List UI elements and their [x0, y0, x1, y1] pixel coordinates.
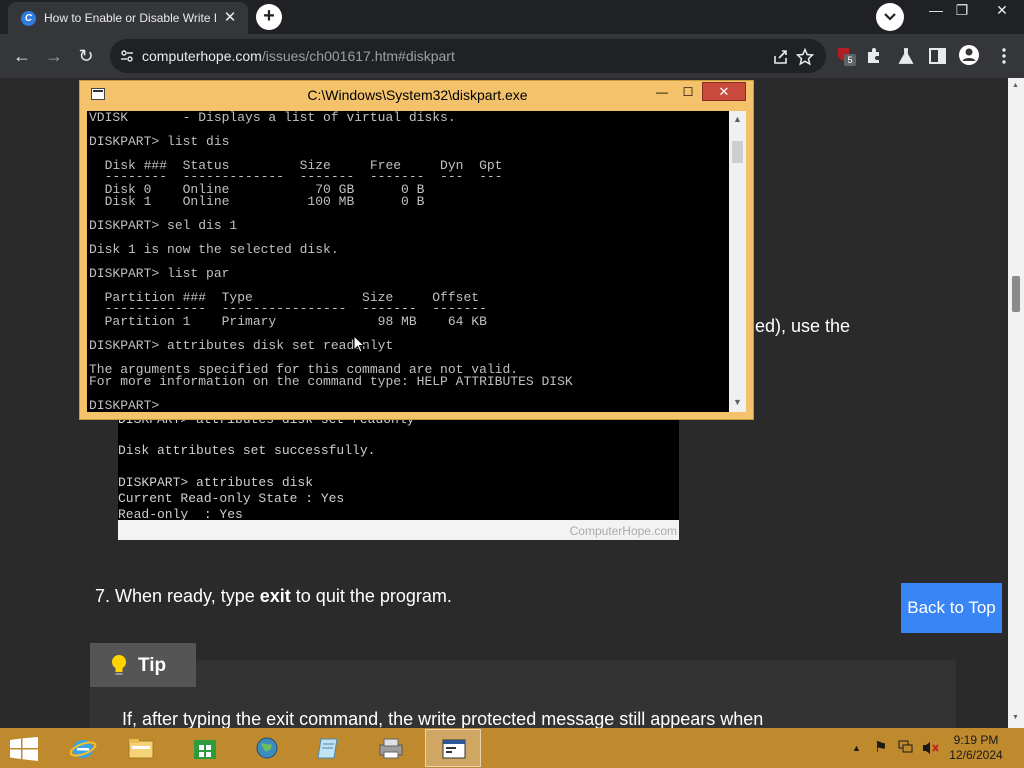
flask-icon[interactable] — [896, 46, 916, 66]
console-line: DISKPART> — [89, 398, 168, 412]
show-hidden-icons-button[interactable]: ▲ — [852, 743, 861, 753]
computerhope-favicon-icon: C — [21, 11, 36, 26]
browser-tab[interactable]: C How to Enable or Disable Write Protect… — [8, 2, 248, 34]
console-maximize-button[interactable]: ☐ — [676, 84, 700, 101]
console-line: DISKPART> list par — [89, 266, 230, 281]
console-output[interactable]: VDISK - Displays a list of virtual disks… — [87, 111, 746, 412]
screenshot-line: Current Read-only State : Yes — [118, 491, 345, 506]
back-button[interactable]: ← — [8, 42, 36, 70]
step-7-command: exit — [259, 586, 291, 606]
step-7-after: to quit the program. — [290, 586, 452, 606]
taskbar-internet-explorer[interactable] — [55, 729, 111, 767]
url-path: /issues/ch001617.htm#diskpart — [261, 48, 455, 64]
screenshot-line: Disk attributes set successfully. — [118, 443, 376, 458]
site-info-icon[interactable] — [120, 49, 134, 63]
internet-explorer-icon — [69, 740, 97, 758]
diskpart-console-window[interactable]: C:\Windows\System32\diskpart.exe — ☐ ✕ V… — [79, 80, 754, 420]
scroll-up-arrow-icon[interactable]: ▲ — [1012, 82, 1019, 89]
new-tab-button[interactable]: + — [256, 4, 282, 30]
ublock-extension-icon[interactable]: 5 — [836, 46, 856, 66]
reload-button[interactable]: ↻ — [72, 42, 100, 70]
console-close-button[interactable]: ✕ — [702, 82, 746, 101]
console-line: DISKPART> attributes disk set readonlyt — [89, 338, 394, 353]
window-close-button[interactable]: ✕ — [988, 0, 1016, 22]
side-panel-icon[interactable] — [928, 46, 948, 66]
taskbar-file-explorer[interactable] — [113, 729, 169, 767]
action-center-flag-icon[interactable]: ⚑ — [874, 738, 887, 756]
console-line: DISKPART> list dis — [89, 134, 230, 149]
tab-close-button[interactable]: ✕ — [220, 8, 240, 28]
step-7-text: 7. When ready, type exit to quit the pro… — [95, 586, 452, 607]
screenshot-watermark: ComputerHope.com — [569, 524, 677, 538]
browser-tab-strip: C How to Enable or Disable Write Protect… — [0, 0, 1024, 34]
console-scrollbar[interactable]: ▲ ▼ — [729, 111, 746, 412]
step-7-before: 7. When ready, type — [95, 586, 260, 606]
console-line: Disk 1 is now the selected disk. — [89, 242, 339, 257]
window-restore-button[interactable]: ❐ — [948, 0, 976, 22]
network-globe-icon — [256, 737, 278, 759]
tip-label: Tip — [138, 655, 167, 676]
volume-muted-icon[interactable] — [922, 740, 940, 756]
tip-heading: Tip — [90, 643, 196, 687]
article-screenshot-image: DISKPART> attributes disk set readonly D… — [118, 412, 679, 540]
back-to-top-button[interactable]: Back to Top — [901, 583, 1002, 633]
windows-start-icon[interactable] — [10, 737, 38, 761]
scroll-down-arrow-icon[interactable]: ▼ — [1012, 714, 1019, 721]
taskbar-printer[interactable] — [363, 729, 419, 767]
clock-time: 9:19 PM — [953, 733, 999, 747]
console-line: VDISK - Displays a list of virtual disks… — [89, 111, 456, 125]
extension-badge: 5 — [844, 54, 856, 66]
screenshot-line: DISKPART> attributes disk — [118, 475, 314, 490]
console-line: Disk 1 Online 100 MB 0 B — [89, 194, 425, 209]
printer-icon — [379, 738, 403, 759]
extensions-puzzle-icon[interactable] — [864, 46, 884, 66]
taskbar-clock[interactable]: 9:19 PM 12/6/2024 — [946, 733, 1006, 763]
taskbar-network[interactable] — [239, 729, 295, 767]
console-line: For more information on the command type… — [89, 374, 573, 389]
windows-taskbar: ▲ ⚑ 9:19 PM 12/6/2024 — [0, 728, 1024, 768]
tab-search-button[interactable] — [876, 3, 904, 31]
url-text: computerhope.com/issues/ch001617.htm#dis… — [142, 48, 455, 64]
store-icon — [194, 740, 216, 759]
network-status-icon[interactable] — [898, 740, 914, 754]
tab-title: How to Enable or Disable Write Protectio… — [44, 11, 216, 25]
more-menu-icon[interactable] — [994, 46, 1014, 66]
share-icon[interactable] — [772, 48, 790, 66]
browser-toolbar: ← → ↻ computerhope.com/issues/ch001617.h… — [0, 34, 1024, 78]
taskbar-store[interactable] — [177, 729, 233, 767]
forward-button[interactable]: → — [40, 42, 68, 70]
file-explorer-icon — [128, 739, 154, 759]
taskbar-command-prompt[interactable] — [425, 729, 481, 767]
mouse-cursor-icon — [353, 335, 365, 353]
console-scroll-thumb[interactable] — [732, 141, 743, 163]
taskbar-notepad[interactable] — [301, 729, 357, 767]
scrollbar-thumb[interactable] — [1012, 276, 1020, 312]
url-host: computerhope.com — [142, 48, 262, 64]
tip-body-text: If, after typing the exit command, the w… — [122, 709, 764, 729]
console-minimize-button[interactable]: — — [650, 84, 674, 101]
address-bar[interactable]: computerhope.com/issues/ch001617.htm#dis… — [110, 39, 826, 73]
console-line: DISKPART> sel dis 1 — [89, 218, 238, 233]
console-line: Partition 1 Primary 98 MB 64 KB — [89, 314, 487, 329]
console-scroll-down-icon[interactable]: ▼ — [733, 397, 742, 407]
lightbulb-icon — [112, 655, 126, 675]
chevron-down-icon — [884, 13, 896, 21]
article-text-fragment: ed), use the — [755, 316, 851, 336]
notepad-icon — [317, 738, 338, 759]
clock-date: 12/6/2024 — [949, 748, 1003, 762]
page-scrollbar[interactable]: ▲ ▼ — [1008, 78, 1024, 728]
console-window-icon — [442, 739, 466, 759]
profile-avatar-icon[interactable] — [958, 44, 980, 66]
bookmark-star-icon[interactable] — [796, 48, 814, 66]
console-scroll-up-icon[interactable]: ▲ — [733, 114, 742, 124]
window-minimize-button[interactable]: — — [922, 0, 950, 22]
